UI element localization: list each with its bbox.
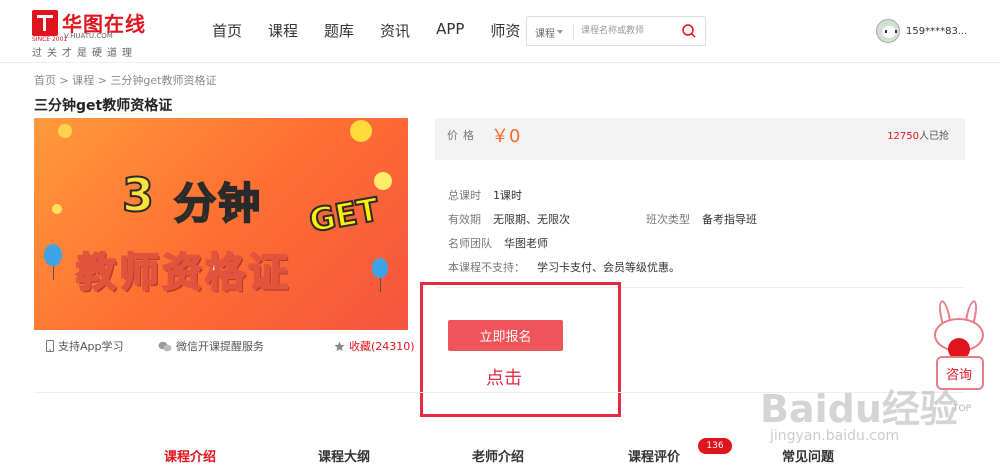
main-nav: 首页 课程 题库 资讯 APP 师资 <box>212 20 546 41</box>
app-support: 支持App学习 <box>46 338 124 354</box>
enrolled-suffix: 人已抢 <box>919 131 949 142</box>
breadcrumb: 首页 > 课程 > 三分钟get教师资格证 <box>34 72 217 88</box>
app-support-label: 支持App学习 <box>58 340 124 353</box>
back-to-top-button[interactable]: TOP <box>944 396 980 422</box>
banner-get: GET <box>305 189 382 241</box>
favorite-label: 收藏 <box>349 340 371 353</box>
detail-total-hours: 总课时 1课时 <box>448 187 522 203</box>
detail-class-type: 班次类型 备考指导班 <box>646 211 757 227</box>
validity-label: 有效期 <box>448 213 481 226</box>
annotation-click-text: 点击 <box>486 368 522 389</box>
consult-widget[interactable]: 咨询 <box>928 299 988 394</box>
unsupported-label: 本课程不支持： <box>448 261 525 274</box>
huatu-logo[interactable]: 华图在线 V.HUATU.COM SINCE 2001 过关才是硬道理 <box>32 8 162 59</box>
site-header: 华图在线 V.HUATU.COM SINCE 2001 过关才是硬道理 首页 课… <box>0 0 1000 62</box>
total-hours-value: 1课时 <box>493 189 522 202</box>
decor-flower <box>58 124 72 138</box>
course-meta-bar: 支持App学习 微信开课提醒服务 收藏 (24310) <box>34 330 415 358</box>
breadcrumb-courses[interactable]: 课程 <box>72 74 94 87</box>
teachers-value: 华图老师 <box>504 237 548 250</box>
validity-value: 无限期、无限次 <box>493 213 570 226</box>
course-cover-image: 3 分钟 GET 教师资格证 <box>34 118 408 330</box>
teachers-label: 名师团队 <box>448 237 492 250</box>
decor-balloon <box>372 258 388 292</box>
decor-flower <box>52 204 62 214</box>
header-divider <box>0 62 1000 63</box>
breadcrumb-home[interactable]: 首页 <box>34 74 56 87</box>
price-panel: 价格 ￥0 12750人已抢 <box>435 118 965 160</box>
breadcrumb-current: 三分钟get教师资格证 <box>110 74 217 87</box>
price-label: 价格 <box>447 129 479 142</box>
tab-reviews[interactable]: 课程评价 <box>628 446 680 465</box>
logo-slogan: 过关才是硬道理 <box>32 48 137 59</box>
nav-news[interactable]: 资讯 <box>380 20 410 41</box>
wechat-reminder-label: 微信开课提醒服务 <box>176 340 264 353</box>
nav-courses[interactable]: 课程 <box>268 20 298 41</box>
breadcrumb-separator: > <box>97 74 107 87</box>
unsupported-value: 学习卡支付、会员等级优惠。 <box>537 261 680 274</box>
price-value: ￥0 <box>491 126 521 147</box>
review-count-badge: 136 <box>698 438 732 454</box>
logo-domain: V.HUATU.COM <box>64 32 113 40</box>
tab-course-intro[interactable]: 课程介绍 <box>164 446 216 465</box>
total-hours-label: 总课时 <box>448 189 481 202</box>
avatar[interactable] <box>876 19 900 43</box>
enrolled-number: 12750 <box>887 131 919 142</box>
star-icon <box>334 340 345 351</box>
user-menu[interactable]: 159****83... <box>876 19 967 43</box>
enroll-button[interactable]: 立即报名 <box>448 320 563 351</box>
wechat-reminder[interactable]: 微信开课提醒服务 <box>158 338 264 354</box>
nav-home[interactable]: 首页 <box>212 20 242 41</box>
detail-unsupported: 本课程不支持： 学习卡支付、会员等级优惠。 <box>448 259 680 275</box>
tab-syllabus[interactable]: 课程大纲 <box>318 446 370 465</box>
decor-flower <box>350 120 372 142</box>
user-name[interactable]: 159****83... <box>906 26 967 37</box>
detail-validity: 有效期 无限期、无限次 <box>448 211 570 227</box>
chevron-down-icon[interactable] <box>557 30 563 34</box>
breadcrumb-separator: > <box>59 74 69 87</box>
detail-teachers: 名师团队 华图老师 <box>448 235 548 251</box>
class-type-value: 备考指导班 <box>702 213 757 226</box>
favorite-button[interactable]: 收藏 (24310) <box>334 338 415 354</box>
search-icon[interactable] <box>681 23 697 39</box>
tab-teacher-intro[interactable]: 老师介绍 <box>472 446 524 465</box>
banner-subline: 教师资格证 <box>75 249 291 297</box>
baidu-jingyan-url: jingyan.baidu.com <box>770 428 900 444</box>
tab-faq[interactable]: 常见问题 <box>782 446 834 465</box>
enrolled-count: 12750人已抢 <box>887 127 949 142</box>
huatu-logo-icon <box>32 10 58 36</box>
class-type-label: 班次类型 <box>646 213 690 226</box>
banner-headline: 分钟 <box>173 178 263 229</box>
search-divider <box>573 23 574 40</box>
decor-flower <box>374 172 392 190</box>
nav-question-bank[interactable]: 题库 <box>324 20 354 41</box>
search-input[interactable] <box>581 22 677 40</box>
banner-number: 3 <box>121 167 155 223</box>
page-title: 三分钟get教师资格证 <box>34 98 173 114</box>
course-tabs: 课程介绍 课程大纲 老师介绍 课程评价 常见问题 <box>0 446 1000 471</box>
search-category-select[interactable]: 课程 <box>535 25 555 40</box>
decor-balloon <box>44 244 62 280</box>
search-box: 课程 <box>526 16 706 46</box>
wechat-icon <box>158 341 172 351</box>
phone-icon <box>46 340 54 352</box>
logo-since: SINCE 2001 <box>32 36 68 43</box>
nav-app[interactable]: APP <box>436 20 464 41</box>
favorite-count: (24310) <box>371 339 415 353</box>
consult-label[interactable]: 咨询 <box>946 364 972 383</box>
nav-teachers[interactable]: 师资 <box>490 20 520 41</box>
